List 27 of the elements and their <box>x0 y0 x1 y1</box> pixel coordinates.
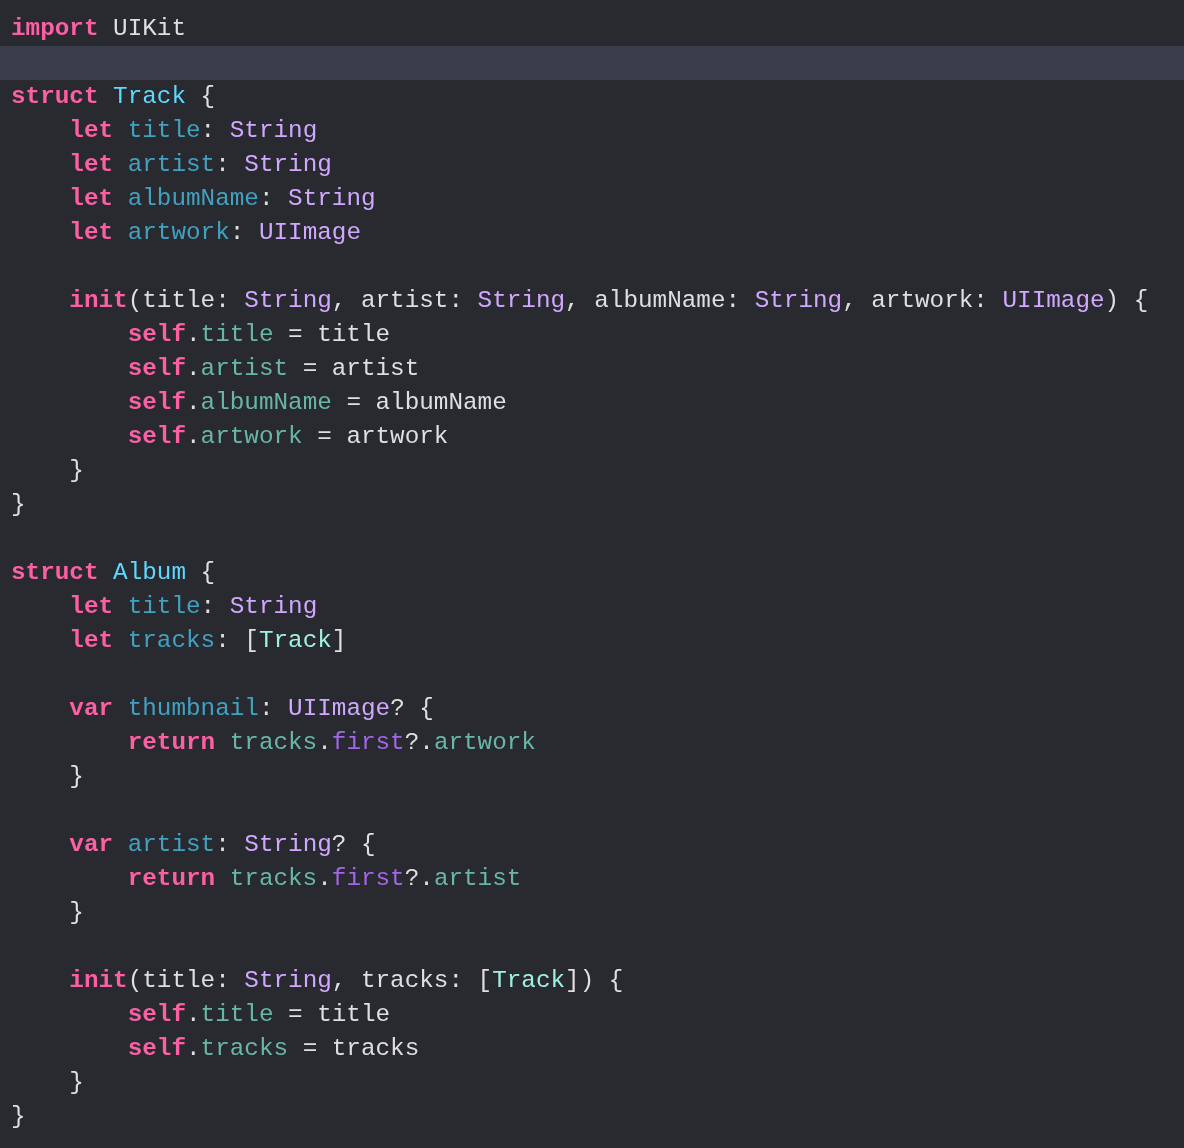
code-line: init(title: String, tracks: [Track]) { <box>68 966 624 996</box>
code-line: return tracks.first?.artwork <box>126 728 536 758</box>
code-line: } <box>68 762 84 792</box>
code-line: let tracks: [Track] <box>68 626 347 656</box>
code-line: return tracks.first?.artist <box>126 864 522 894</box>
code-line: struct Track { <box>11 82 216 112</box>
code-line: self.title = title <box>126 320 391 350</box>
code-line: self.artwork = artwork <box>126 422 449 452</box>
code-line: let artwork: UIImage <box>68 218 361 248</box>
code-line: let artist: String <box>68 150 332 180</box>
code-line: } <box>68 1068 84 1098</box>
code-line: self.tracks = tracks <box>126 1034 420 1064</box>
code-line: self.title = title <box>126 1000 391 1030</box>
code-line: struct Album { <box>11 558 216 588</box>
code-line: let title: String <box>68 116 318 146</box>
code-line: self.artist = artist <box>126 354 420 384</box>
code-line: init(title: String, artist: String, albumName: String, artwork: UIImage) { <box>68 286 1149 316</box>
code-line: var thumbnail: UIImage? { <box>68 694 434 724</box>
code-line: } <box>68 456 84 486</box>
code-line: let albumName: String <box>68 184 376 214</box>
code-line: import UIKit <box>11 14 186 44</box>
code-line: } <box>68 898 84 928</box>
code-line: } <box>11 490 26 520</box>
code-line: var artist: String? { <box>68 830 376 860</box>
code-line: self.albumName = albumName <box>126 388 507 418</box>
code-line: let title: String <box>68 592 318 622</box>
code-line: } <box>11 1102 26 1132</box>
